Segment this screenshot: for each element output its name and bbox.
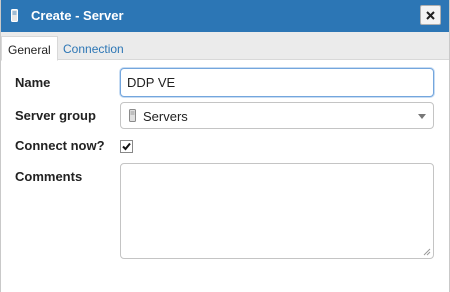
- server-group-label: Server group: [15, 108, 96, 123]
- close-button[interactable]: [420, 5, 441, 25]
- name-label: Name: [15, 75, 51, 90]
- connect-now-label: Connect now?: [15, 138, 105, 153]
- close-icon: [426, 10, 435, 20]
- name-input[interactable]: DDP VE: [120, 68, 434, 97]
- comments-label: Comments: [15, 169, 83, 184]
- tab-bar: General Connection: [1, 32, 449, 61]
- name-input-value: DDP VE: [127, 75, 176, 90]
- checkmark-icon: [122, 142, 131, 151]
- chevron-down-icon: [418, 114, 426, 119]
- tab-connection[interactable]: Connection: [57, 36, 130, 60]
- dialog-title: Create - Server: [31, 8, 124, 23]
- connect-now-checkbox[interactable]: [120, 140, 133, 153]
- general-form: Name DDP VE Server group Servers Connect…: [1, 60, 449, 292]
- server-group-select[interactable]: Servers: [120, 102, 434, 129]
- server-group-value: Servers: [143, 109, 188, 124]
- server-icon: [11, 9, 18, 22]
- resize-grip-icon[interactable]: [423, 248, 431, 256]
- dialog-titlebar[interactable]: Create - Server: [1, 0, 449, 32]
- create-server-dialog: Create - Server General Connection Name …: [0, 0, 450, 292]
- server-group-icon: [129, 109, 136, 122]
- comments-textarea[interactable]: [120, 163, 434, 259]
- tab-general[interactable]: General: [1, 36, 58, 61]
